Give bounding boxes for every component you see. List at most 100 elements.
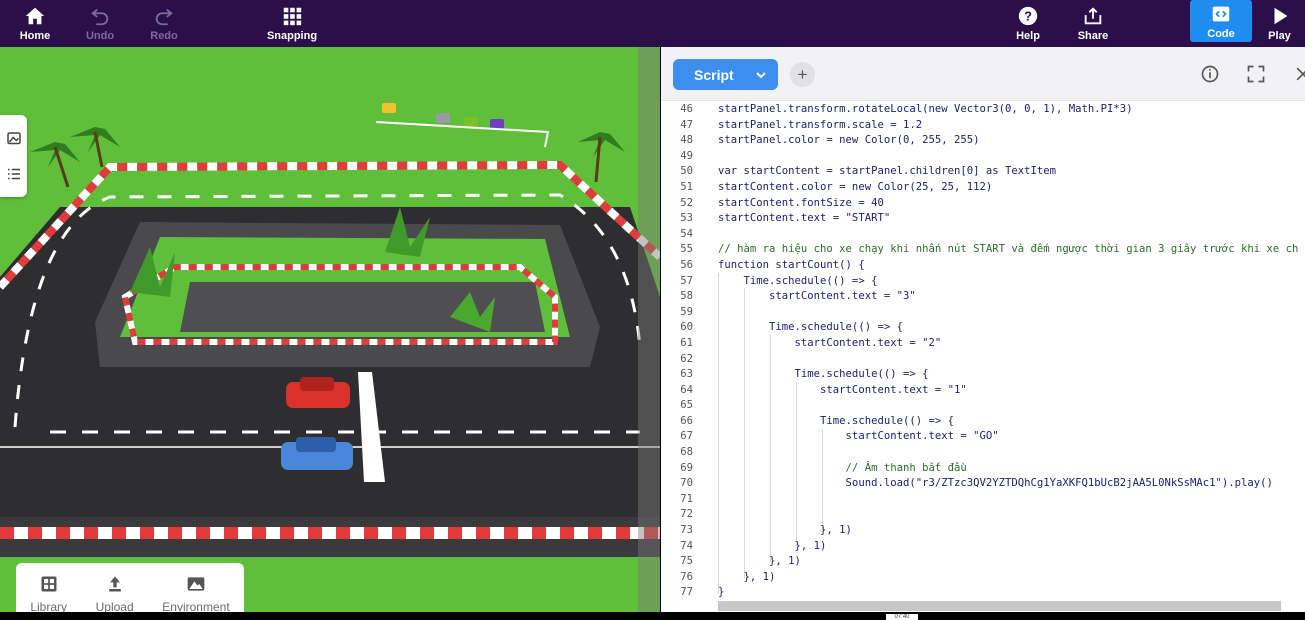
chevron-down-icon <box>756 72 766 79</box>
line-number: 71 <box>680 492 693 505</box>
library-button[interactable]: Library <box>30 574 67 614</box>
code-line: 66 Time.schedule(() => { <box>661 414 1305 430</box>
line-number: 58 <box>680 290 693 303</box>
code-icon <box>1212 6 1230 21</box>
line-number: 66 <box>680 414 693 427</box>
code-line: 57 Time.schedule(() => { <box>661 274 1305 290</box>
code-area[interactable]: 46 startPanel.transform.rotateLocal(new V… <box>661 102 1305 602</box>
code-line: 52 startContent.fontSize = 40 <box>661 196 1305 212</box>
code-line: 67 startContent.text = "GO" <box>661 429 1305 445</box>
line-number: 64 <box>680 383 693 396</box>
undo-icon <box>91 8 109 26</box>
code-line: 77} <box>661 585 1305 601</box>
code-label: Code <box>1207 27 1235 40</box>
code-comment: // hàm ra hiệu cho xe chạy khi nhấn nút … <box>718 243 1299 256</box>
home-button[interactable]: Home <box>2 0 68 47</box>
share-button[interactable]: Share <box>1060 0 1126 47</box>
code-text: }, 1) <box>718 524 852 537</box>
code-text: }, 1) <box>718 555 801 568</box>
line-number: 76 <box>680 570 693 583</box>
code-line: 55 // hàm ra hiệu cho xe chạy khi nhấn nú… <box>661 242 1305 258</box>
undo-label: Undo <box>85 30 115 42</box>
code-text: Sound.load("r3/ZTzc3QV2YZTDQhCg1YaXKFQ1b… <box>718 477 1273 490</box>
code-text: startContent.text = "GO" <box>718 430 999 443</box>
code-line: 69 // Âm thanh bắt đầu <box>661 461 1305 477</box>
line-number: 54 <box>680 227 693 240</box>
play-button[interactable]: Play <box>1254 0 1305 47</box>
line-number: 69 <box>680 461 693 474</box>
line-number: 60 <box>680 321 693 334</box>
code-text: }, 1) <box>718 539 827 552</box>
code-editor-panel: Script + 46 startPanel.transform.rotateLo… <box>661 47 1305 612</box>
code-line: 74 }, 1) <box>661 539 1305 555</box>
home-icon <box>25 7 45 25</box>
add-script-button[interactable]: + <box>790 62 815 87</box>
code-line: 53 startContent.text = "START" <box>661 211 1305 227</box>
code-text: startContent.text = "START" <box>718 212 891 225</box>
line-number: 62 <box>680 352 693 365</box>
code-line: 60 Time.schedule(() => { <box>661 320 1305 336</box>
info-icon[interactable] <box>1200 64 1220 84</box>
line-number: 70 <box>680 477 693 490</box>
code-line: 63 Time.schedule(() => { <box>661 367 1305 383</box>
code-text: }, 1) <box>718 570 776 583</box>
redo-icon <box>155 8 173 26</box>
code-line: 59 <box>661 305 1305 321</box>
code-line: 68 <box>661 445 1305 461</box>
line-number: 74 <box>680 539 693 552</box>
clock: 07:40 <box>886 614 918 620</box>
line-number: 59 <box>680 305 693 318</box>
image-gallery-icon[interactable] <box>5 130 23 148</box>
home-label: Home <box>19 30 51 42</box>
code-text: Time.schedule(() => { <box>718 274 878 287</box>
code-button[interactable]: Code <box>1190 0 1252 42</box>
list-icon[interactable] <box>5 165 23 183</box>
code-line: 56 function startCount() { <box>661 258 1305 274</box>
close-icon[interactable] <box>1293 64 1305 84</box>
line-number: 55 <box>680 243 693 256</box>
horizontal-scrollbar[interactable] <box>718 601 1281 611</box>
code-text: function startCount() { <box>718 258 865 271</box>
snapping-button[interactable]: Snapping <box>259 0 325 47</box>
upload-button[interactable]: Upload <box>96 574 134 614</box>
code-text: Time.schedule(() => { <box>718 368 929 381</box>
script-label: Script <box>694 66 734 83</box>
code-line: 64 startContent.text = "1" <box>661 383 1305 399</box>
code-line: 58 startContent.text = "3" <box>661 289 1305 305</box>
redo-button[interactable]: Redo <box>131 0 197 47</box>
code-line: 72 <box>661 507 1305 523</box>
code-line: 75 }, 1) <box>661 554 1305 570</box>
line-number: 56 <box>680 258 693 271</box>
svg-text:?: ? <box>1024 9 1032 24</box>
code-line: 49 <box>661 149 1305 165</box>
script-dropdown[interactable]: Script <box>673 59 778 90</box>
help-button[interactable]: ? Help <box>995 0 1061 47</box>
environment-button[interactable]: Environment <box>162 574 230 614</box>
code-line: 65 <box>661 398 1305 414</box>
code-text: startContent.text = "2" <box>718 336 942 349</box>
line-number: 61 <box>680 336 693 349</box>
fullscreen-icon[interactable] <box>1246 64 1266 84</box>
line-number: 47 <box>680 118 693 131</box>
line-number: 50 <box>680 165 693 178</box>
line-number: 48 <box>680 134 693 147</box>
scene-viewport[interactable] <box>0 47 660 612</box>
code-text: Time.schedule(() => { <box>718 414 954 427</box>
code-line: 48 startPanel.color = new Color(0, 255, 2… <box>661 133 1305 149</box>
help-icon: ? <box>1018 6 1038 26</box>
line-number: 73 <box>680 524 693 537</box>
code-line: 70 Sound.load("r3/ZTzc3QV2YZTDQhCg1YaXKF… <box>661 476 1305 492</box>
line-number: 77 <box>680 586 693 599</box>
line-number: 51 <box>680 180 693 193</box>
play-icon <box>1274 7 1287 25</box>
line-number: 57 <box>680 274 693 287</box>
code-text: } <box>718 586 725 599</box>
line-number: 68 <box>680 446 693 459</box>
code-line: 54 <box>661 227 1305 243</box>
grid-icon <box>283 7 302 26</box>
library-icon <box>41 576 57 591</box>
landscape-icon <box>187 576 205 591</box>
play-label: Play <box>1268 30 1291 42</box>
undo-button[interactable]: Undo <box>67 0 133 47</box>
code-line: 51 startContent.color = new Color(25, 25,… <box>661 180 1305 196</box>
